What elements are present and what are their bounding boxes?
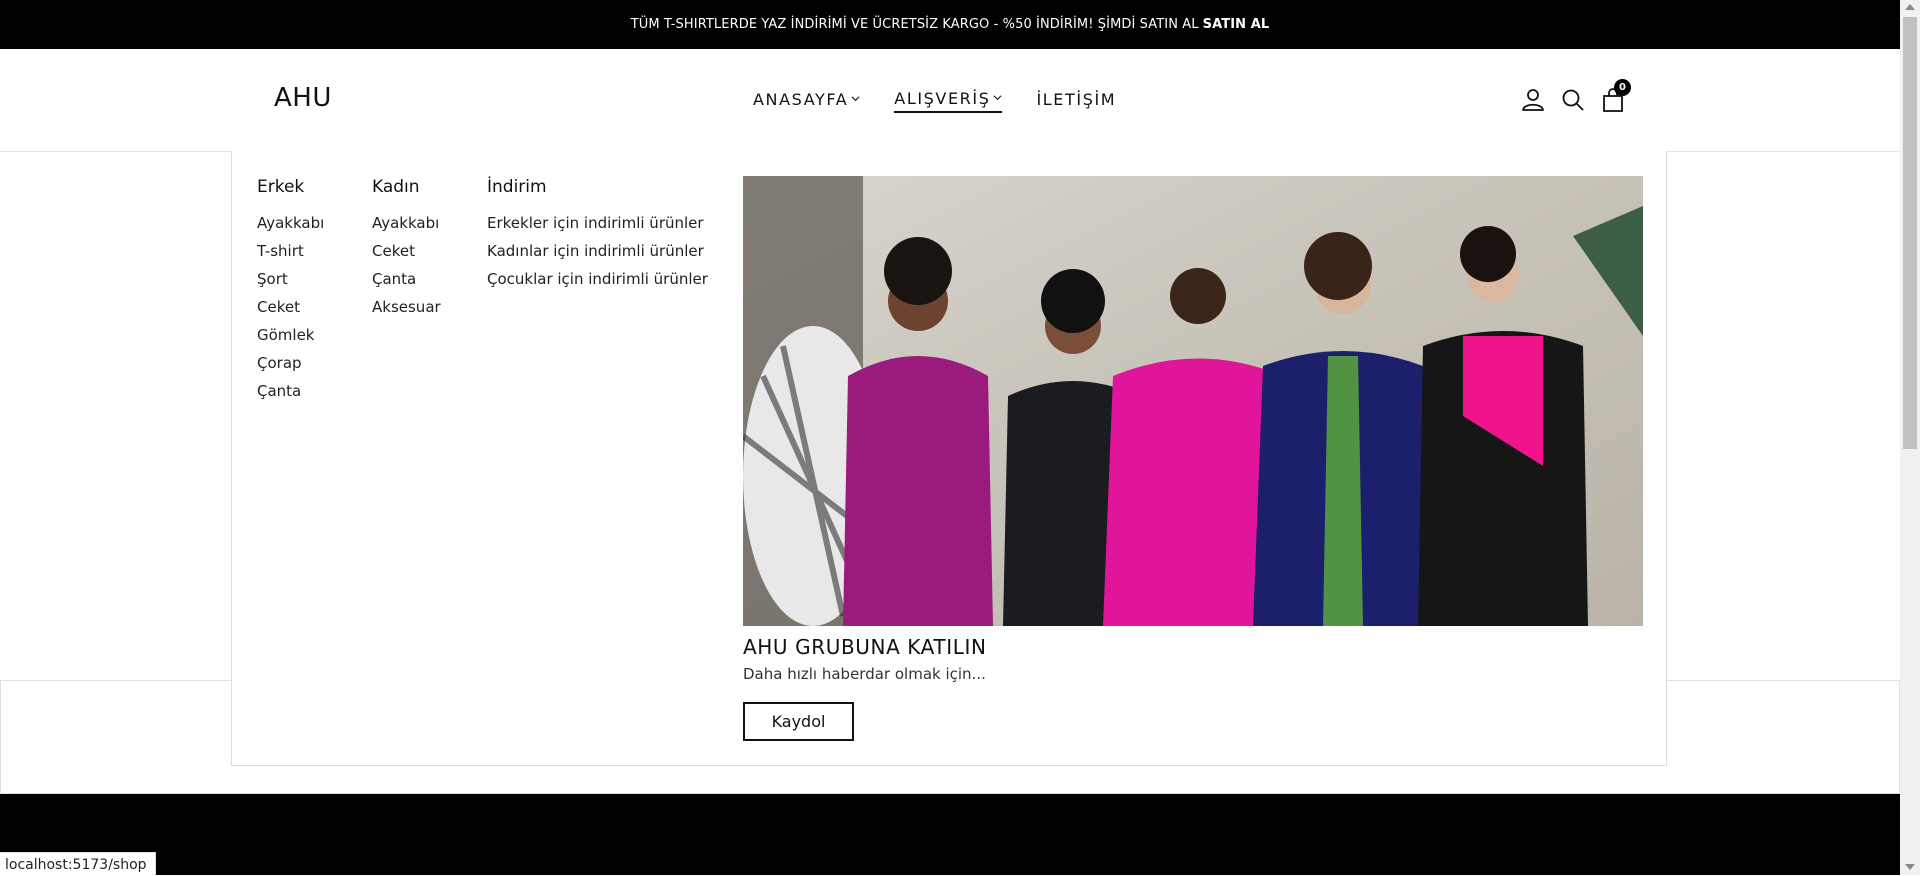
header-icons: 0 bbox=[1520, 79, 1640, 113]
nav-label: ANASAYFA bbox=[753, 90, 849, 109]
nav-item-iletisim[interactable]: İLETİŞİM bbox=[1036, 89, 1116, 113]
menu-link[interactable]: T-shirt bbox=[257, 242, 324, 260]
promo-image bbox=[743, 176, 1643, 626]
menu-link[interactable]: Çanta bbox=[257, 382, 324, 400]
menu-link[interactable]: Kadınlar için indirimli ürünler bbox=[487, 242, 708, 260]
promo-subtitle: Daha hızlı haberdar olmak için... bbox=[743, 665, 986, 683]
menu-link[interactable]: Ayakkabı bbox=[372, 214, 441, 232]
scroll-down-icon[interactable] bbox=[1905, 864, 1915, 870]
fashion-models-illustration bbox=[743, 176, 1643, 626]
user-icon bbox=[1522, 89, 1544, 111]
menu-link[interactable]: Çorap bbox=[257, 354, 324, 372]
status-bar-url: localhost:5173/shop bbox=[0, 852, 156, 876]
announcement-cta-link[interactable]: SATIN AL bbox=[1203, 17, 1270, 32]
menu-link[interactable]: Ceket bbox=[257, 298, 324, 316]
menu-link[interactable]: Aksesuar bbox=[372, 298, 441, 316]
nav-label: ALIŞVERİŞ bbox=[894, 89, 991, 108]
logo[interactable]: AHU bbox=[274, 83, 332, 113]
chevron-down-icon bbox=[851, 95, 860, 101]
menu-column-indirim: İndirim Erkekler için indirimli ürünler … bbox=[487, 177, 708, 298]
menu-link[interactable]: Şort bbox=[257, 270, 324, 288]
menu-link[interactable]: Ayakkabı bbox=[257, 214, 324, 232]
shop-mega-menu: Erkek Ayakkabı T-shirt Şort Ceket Gömlek… bbox=[231, 151, 1667, 766]
announcement-bar: TÜM T-SHIRTLERDE YAZ İNDİRİMİ VE ÜCRETSİ… bbox=[0, 0, 1900, 49]
scrollbar-thumb[interactable] bbox=[1903, 17, 1917, 449]
menu-column-title[interactable]: Erkek bbox=[257, 177, 324, 197]
nav-item-alisveris[interactable]: ALIŞVERİŞ bbox=[894, 89, 1003, 113]
menu-link[interactable]: Erkekler için indirimli ürünler bbox=[487, 214, 708, 232]
menu-column-title[interactable]: İndirim bbox=[487, 177, 708, 197]
menu-link[interactable]: Çanta bbox=[372, 270, 441, 288]
site-header: AHU ANASAYFA ALIŞVERİŞ İLETİŞİM 0 bbox=[0, 49, 1900, 152]
account-button[interactable] bbox=[1520, 87, 1546, 113]
scroll-up-icon[interactable] bbox=[1905, 4, 1915, 10]
main-nav: ANASAYFA ALIŞVERİŞ İLETİŞİM bbox=[753, 89, 1150, 113]
cart-button[interactable]: 0 bbox=[1600, 79, 1631, 113]
search-icon bbox=[1562, 89, 1584, 111]
nav-label: İLETİŞİM bbox=[1036, 90, 1117, 109]
menu-column-kadin: Kadın Ayakkabı Ceket Çanta Aksesuar bbox=[372, 177, 441, 326]
search-button[interactable] bbox=[1560, 87, 1586, 113]
nav-item-anasayfa[interactable]: ANASAYFA bbox=[753, 89, 860, 113]
chevron-down-icon bbox=[993, 94, 1002, 100]
menu-column-erkek: Erkek Ayakkabı T-shirt Şort Ceket Gömlek… bbox=[257, 177, 324, 410]
promo-title: AHU GRUBUNA KATILIN bbox=[743, 635, 987, 659]
menu-link[interactable]: Çocuklar için indirimli ürünler bbox=[487, 270, 708, 288]
menu-link[interactable]: Ceket bbox=[372, 242, 441, 260]
footer bbox=[0, 794, 1900, 875]
menu-column-title[interactable]: Kadın bbox=[372, 177, 441, 197]
announcement-text: TÜM T-SHIRTLERDE YAZ İNDİRİMİ VE ÜCRETSİ… bbox=[630, 17, 1199, 32]
menu-link[interactable]: Gömlek bbox=[257, 326, 324, 344]
signup-button[interactable]: Kaydol bbox=[743, 702, 854, 741]
cart-count-badge: 0 bbox=[1614, 79, 1631, 96]
